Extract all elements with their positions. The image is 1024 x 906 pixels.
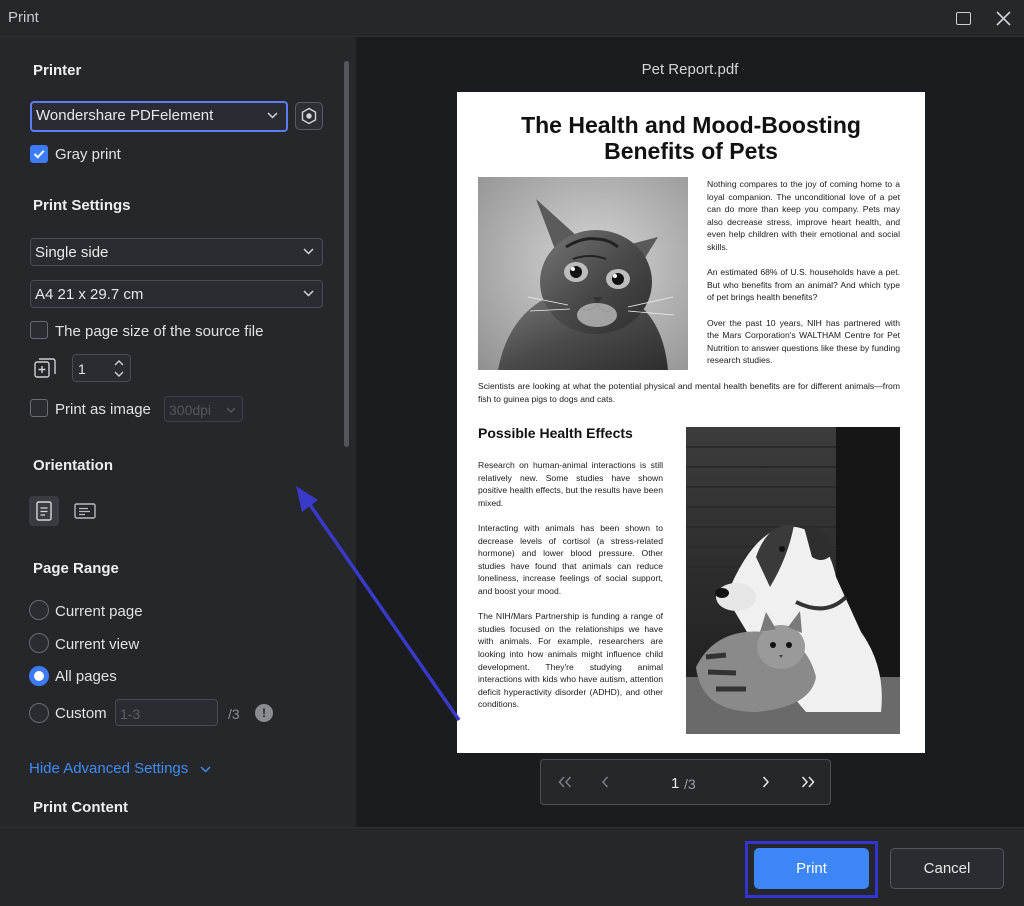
dpi-select[interactable]: 300dpi xyxy=(164,396,243,422)
page-range-section-title: Page Range xyxy=(33,560,119,577)
gray-print-checkbox[interactable] xyxy=(30,145,48,163)
gray-print-label: Gray print xyxy=(55,146,121,163)
portrait-orientation-button[interactable] xyxy=(29,496,59,526)
last-page-button[interactable] xyxy=(796,770,820,794)
effects-paragraph-3: The NIH/Mars Partnership is funding a ra… xyxy=(478,611,663,710)
chevron-right-icon xyxy=(762,776,770,788)
orientation-section-title: Orientation xyxy=(33,457,114,474)
settings-scrollbar[interactable] xyxy=(344,61,349,447)
cat-photo xyxy=(478,177,688,370)
print-content-section-title: Print Content xyxy=(33,799,128,816)
intro-paragraph-2: An estimated 68% of U.S. households have… xyxy=(707,267,900,303)
print-settings-section-title: Print Settings xyxy=(33,197,131,214)
chevron-left-icon xyxy=(601,776,609,788)
intro-paragraph-3: Over the past 10 years, NIH has partnere… xyxy=(707,317,900,366)
intro-wide-paragraph: Scientists are looking at what the poten… xyxy=(478,381,900,404)
page-title-line-1: The Health and Mood-Boosting xyxy=(521,112,861,138)
close-icon xyxy=(995,10,1011,26)
copies-stepper[interactable]: 1 xyxy=(72,354,131,382)
print-as-image-checkbox[interactable] xyxy=(30,399,48,417)
hide-advanced-settings-label: Hide Advanced Settings xyxy=(29,760,189,777)
previous-page-button[interactable] xyxy=(593,770,617,794)
maximize-icon xyxy=(955,11,971,25)
hide-advanced-settings-link[interactable]: Hide Advanced Settings xyxy=(29,760,211,777)
preview-page: The Health and Mood-Boosting Benefits of… xyxy=(457,92,925,753)
settings-panel: Printer Wondershare PDFelement Gray prin… xyxy=(0,37,356,827)
maximize-button[interactable] xyxy=(950,6,976,30)
printer-section-title: Printer xyxy=(33,62,82,79)
intro-column: Nothing compares to the joy of coming ho… xyxy=(707,178,900,380)
window-title: Print xyxy=(8,9,39,26)
total-pages: /3 xyxy=(684,776,696,792)
double-chevron-right-icon xyxy=(801,776,815,788)
portrait-icon xyxy=(36,501,52,521)
chevron-down-icon xyxy=(303,290,314,297)
preview-panel: Pet Report.pdf The Health and Mood-Boost… xyxy=(356,37,1024,827)
printer-select-value: Wondershare PDFelement xyxy=(36,107,214,124)
cancel-button[interactable]: Cancel xyxy=(890,848,1004,889)
print-button[interactable]: Print xyxy=(754,848,869,889)
page-title-line-2: Benefits of Pets xyxy=(604,138,778,164)
chevron-down-icon xyxy=(267,112,278,119)
current-page-label: Current page xyxy=(55,603,143,620)
sides-select[interactable]: Single side xyxy=(30,238,323,266)
title-bar: Print xyxy=(0,0,1024,37)
effects-paragraph-2: Interacting with animals has been shown … xyxy=(478,522,663,596)
page-title: The Health and Mood-Boosting Benefits of… xyxy=(457,112,925,164)
source-page-size-label: The page size of the source file xyxy=(55,323,264,340)
current-page-radio[interactable] xyxy=(29,600,49,620)
close-button[interactable] xyxy=(990,6,1016,30)
double-chevron-left-icon xyxy=(558,776,572,788)
stepper-down-icon[interactable] xyxy=(114,371,124,378)
section-heading: Possible Health Effects xyxy=(478,425,633,441)
all-pages-label: All pages xyxy=(55,668,117,685)
stepper-up-icon[interactable] xyxy=(114,359,124,366)
current-view-radio[interactable] xyxy=(29,633,49,653)
copies-icon xyxy=(33,357,57,386)
chevron-down-icon xyxy=(200,766,211,773)
chevron-down-icon xyxy=(226,407,236,413)
custom-range-placeholder: 1-3 xyxy=(120,706,141,722)
printer-select[interactable]: Wondershare PDFelement xyxy=(30,101,288,132)
page-navigator: 1 /3 xyxy=(540,759,831,805)
current-view-label: Current view xyxy=(55,636,140,653)
printer-settings-icon xyxy=(301,107,317,125)
document-file-name: Pet Report.pdf xyxy=(641,61,739,78)
dialog-footer: Print Cancel xyxy=(0,827,1024,906)
custom-range-total: /3 xyxy=(228,706,240,722)
landscape-orientation-button[interactable] xyxy=(70,496,100,526)
dog-and-cat-photo xyxy=(686,427,900,734)
custom-range-label: Custom xyxy=(55,705,107,722)
info-icon[interactable]: ! xyxy=(255,704,273,722)
sides-select-value: Single side xyxy=(35,244,109,261)
landscape-icon xyxy=(74,503,96,519)
checkmark-icon xyxy=(33,150,45,159)
all-pages-radio[interactable] xyxy=(29,666,49,686)
printer-properties-button[interactable] xyxy=(295,102,323,130)
dpi-value: 300dpi xyxy=(169,402,212,418)
next-page-button[interactable] xyxy=(754,770,778,794)
intro-paragraph-1: Nothing compares to the joy of coming ho… xyxy=(707,179,900,252)
print-as-image-label: Print as image xyxy=(55,401,151,418)
chevron-down-icon xyxy=(303,248,314,255)
custom-range-input[interactable]: 1-3 xyxy=(115,699,218,726)
copies-value: 1 xyxy=(78,361,86,377)
effects-paragraph-1: Research on human-animal interactions is… xyxy=(478,460,663,508)
effects-column: Research on human-animal interactions is… xyxy=(478,459,663,723)
custom-range-radio[interactable] xyxy=(29,703,49,723)
source-page-size-checkbox[interactable] xyxy=(30,321,48,339)
paper-size-select-value: A4 21 x 29.7 cm xyxy=(35,286,144,303)
first-page-button[interactable] xyxy=(553,770,577,794)
current-page-number[interactable]: 1 xyxy=(671,775,679,792)
paper-size-select[interactable]: A4 21 x 29.7 cm xyxy=(30,280,323,308)
